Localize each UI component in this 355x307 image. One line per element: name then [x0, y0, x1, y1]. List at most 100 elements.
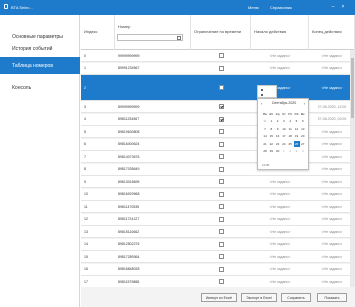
save-button[interactable]: Сохранить — [281, 293, 311, 302]
calendar-day[interactable]: 23 — [275, 141, 281, 147]
calendar-day[interactable]: 22 — [268, 141, 274, 147]
cell-number[interactable] — [115, 75, 191, 100]
cell-number[interactable]: 89811470535 — [115, 201, 191, 212]
cell-end[interactable]: <Не задано> — [309, 239, 355, 250]
vertical-scrollbar[interactable] — [350, 50, 355, 287]
limit-checkbox[interactable] — [218, 279, 224, 284]
header-limit[interactable]: Ограничение по времени — [191, 15, 251, 50]
cell-number[interactable]: 89991234567 — [115, 63, 191, 74]
table-row[interactable]: 13 89815110662 <Не задано> <Не задано> — [81, 226, 355, 238]
cell-limit[interactable] — [191, 101, 251, 112]
limit-checkbox[interactable] — [218, 129, 224, 134]
cell-end[interactable]: <Не задано> — [309, 276, 355, 287]
cell-index[interactable]: 16 — [81, 264, 115, 275]
sidebar-item-numbers-table[interactable]: Таблица номеров — [0, 57, 80, 74]
cell-limit[interactable] — [191, 276, 251, 287]
cell-number[interactable]: 89999999999 — [115, 101, 191, 112]
spinner-down-icon[interactable] — [261, 94, 263, 96]
cell-index[interactable]: 12 — [81, 214, 115, 225]
time-spinner[interactable] — [257, 85, 277, 98]
header-index[interactable]: Индекс — [81, 15, 115, 50]
menu-item-1[interactable]: Меню — [248, 5, 259, 10]
table-row[interactable]: 6 89816400624 <Не задано> — [81, 138, 355, 151]
calendar-day[interactable]: 6 — [300, 118, 306, 124]
cell-start[interactable]: <Не задано> — [251, 50, 309, 61]
cell-end[interactable]: <Не задано> — [309, 264, 355, 275]
number-filter-input[interactable] — [117, 34, 183, 41]
cell-limit[interactable] — [191, 189, 251, 200]
cell-limit[interactable] — [191, 114, 251, 125]
cell-number[interactable]: 89815110662 — [115, 226, 191, 237]
calendar-day[interactable]: 3 — [281, 118, 287, 124]
cell-limit[interactable] — [191, 50, 251, 61]
calendar-day[interactable]: 20 — [300, 133, 306, 139]
calendar-day[interactable]: 18 — [287, 133, 293, 139]
limit-checkbox[interactable] — [218, 104, 224, 109]
table-row[interactable]: 16 89816848028 <Не задано> <Не задано> — [81, 263, 355, 276]
table-row[interactable]: 9 89813018695 <Не задано> <Не задано> — [81, 176, 355, 188]
cell-number[interactable]: 89816400624 — [115, 139, 191, 150]
cell-start[interactable]: <Не задано> — [251, 189, 309, 200]
next-month-icon[interactable]: › — [304, 101, 305, 106]
calendar-day[interactable]: 4 — [300, 148, 306, 154]
cell-end[interactable]: <Не задано> — [309, 50, 355, 61]
table-row[interactable]: 0 99999999999 <Не задано> <Не задано> — [81, 50, 355, 62]
calendar-day[interactable]: 9 — [275, 126, 281, 132]
calendar-day[interactable]: 31 — [262, 118, 268, 124]
calendar-day[interactable]: 28 — [262, 148, 268, 154]
cell-number[interactable]: 89811579888 — [115, 276, 191, 287]
cell-start[interactable]: <Не задано> — [251, 251, 309, 262]
cell-end[interactable]: 27-06-2020, 12:00 — [309, 101, 355, 112]
table-row[interactable]: 1 89991234567 <Не задано> <Не задано> — [81, 62, 355, 75]
table-row[interactable]: 2 <Не задано> <Не задано> — [81, 75, 355, 101]
cell-limit[interactable] — [191, 214, 251, 225]
calendar-day[interactable]: 5 — [294, 118, 300, 124]
cell-index[interactable]: 15 — [81, 251, 115, 262]
cell-number[interactable]: 89819630808 — [115, 126, 191, 137]
cell-limit[interactable] — [191, 264, 251, 275]
close-icon[interactable]: × — [340, 4, 346, 10]
calendar-day[interactable]: 29 — [268, 148, 274, 154]
limit-checkbox[interactable] — [218, 53, 224, 58]
table-row[interactable]: 4 89811234567 27-06-2020, 02:00 — [81, 113, 355, 126]
cell-index[interactable]: 7 — [81, 151, 115, 162]
cell-index[interactable]: 10 — [81, 189, 115, 200]
cell-number[interactable]: 89811724127 — [115, 214, 191, 225]
cell-start[interactable]: <Не задано> — [251, 226, 309, 237]
calendar-day[interactable]: 11 — [287, 126, 293, 132]
menu-item-2[interactable]: Справочник — [270, 5, 292, 10]
limit-checkbox[interactable] — [218, 116, 224, 122]
cell-limit[interactable] — [191, 176, 251, 187]
cell-end[interactable]: <Не задано> — [309, 201, 355, 212]
calendar-day[interactable]: 26 — [293, 140, 300, 147]
cell-end[interactable]: <Не задано> — [309, 226, 355, 237]
table-row[interactable]: 15 89817289364 <Не задано> <Не задано> — [81, 251, 355, 263]
date-picker-time[interactable]: 11:00 — [262, 163, 306, 169]
limit-checkbox[interactable] — [218, 266, 224, 272]
cell-number[interactable]: 89813018695 — [115, 176, 191, 187]
header-number[interactable]: Номер — [115, 15, 191, 50]
calendar-day[interactable]: 25 — [287, 141, 293, 147]
calendar-day[interactable]: 19 — [294, 133, 300, 139]
cell-start[interactable]: <Не задано> — [251, 214, 309, 225]
limit-checkbox[interactable] — [218, 241, 224, 247]
cell-start[interactable]: <Не задано> — [251, 276, 309, 287]
cell-end[interactable]: <Не задано> — [309, 189, 355, 200]
limit-checkbox[interactable] — [218, 65, 224, 71]
calendar-day[interactable]: 4 — [287, 118, 293, 124]
cell-limit[interactable] — [191, 151, 251, 162]
cell-index[interactable]: 13 — [81, 226, 115, 237]
cell-index[interactable]: 17 — [81, 276, 115, 287]
calendar-day[interactable]: 1 — [281, 148, 287, 154]
sidebar-item-console[interactable]: Консоль — [0, 79, 80, 96]
cell-index[interactable]: 5 — [81, 126, 115, 137]
cell-limit[interactable] — [191, 251, 251, 262]
limit-checkbox[interactable] — [218, 154, 224, 159]
cell-limit[interactable] — [191, 126, 251, 137]
cell-start[interactable]: <Не задано> — [251, 239, 309, 250]
calendar-day[interactable]: 30 — [275, 148, 281, 154]
calendar-day[interactable]: 2 — [275, 118, 281, 124]
cell-end[interactable]: <Не задано> — [309, 164, 355, 175]
cell-number[interactable]: 99999999999 — [115, 50, 191, 61]
cell-limit[interactable] — [191, 63, 251, 74]
